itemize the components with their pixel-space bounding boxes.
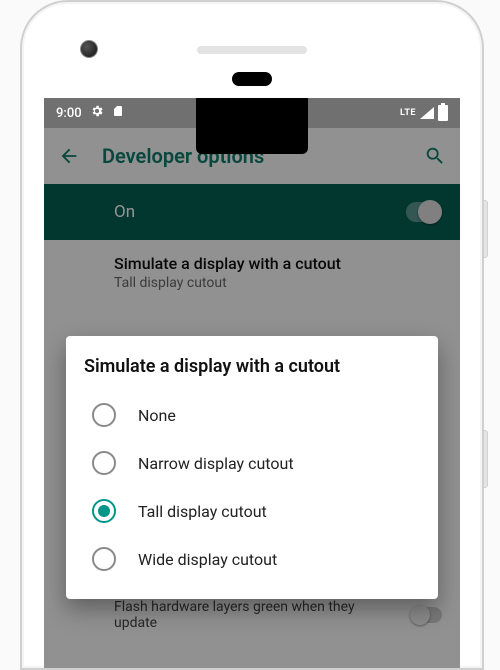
radio-icon bbox=[92, 403, 116, 427]
radio-icon bbox=[92, 547, 116, 571]
option-label: None bbox=[138, 406, 176, 425]
dialog-option-none[interactable]: None bbox=[84, 391, 420, 439]
battery-icon bbox=[438, 105, 448, 121]
option-label: Narrow display cutout bbox=[138, 454, 294, 473]
radio-icon bbox=[92, 451, 116, 475]
option-label: Wide display cutout bbox=[138, 550, 277, 569]
cutout-dialog: Simulate a display with a cutout None Na… bbox=[66, 336, 438, 599]
dialog-option-wide[interactable]: Wide display cutout bbox=[84, 535, 420, 583]
network-type-label: LTE bbox=[400, 108, 416, 118]
sd-card-icon bbox=[112, 104, 124, 122]
dialog-title: Simulate a display with a cutout bbox=[84, 356, 420, 377]
proximity-sensor bbox=[232, 72, 272, 86]
settings-icon bbox=[90, 104, 104, 122]
dialog-option-narrow[interactable]: Narrow display cutout bbox=[84, 439, 420, 487]
radio-icon-checked bbox=[92, 499, 116, 523]
phone-frame: 9:00 LTE Developer options bbox=[20, 0, 484, 670]
dialog-option-tall[interactable]: Tall display cutout bbox=[84, 487, 420, 535]
earpiece-speaker bbox=[197, 46, 307, 54]
display-cutout-notch bbox=[196, 98, 308, 154]
option-label: Tall display cutout bbox=[138, 502, 267, 521]
screen: 9:00 LTE Developer options bbox=[44, 98, 460, 668]
front-camera bbox=[80, 40, 98, 58]
status-time: 9:00 bbox=[56, 106, 82, 121]
signal-icon bbox=[420, 107, 434, 119]
